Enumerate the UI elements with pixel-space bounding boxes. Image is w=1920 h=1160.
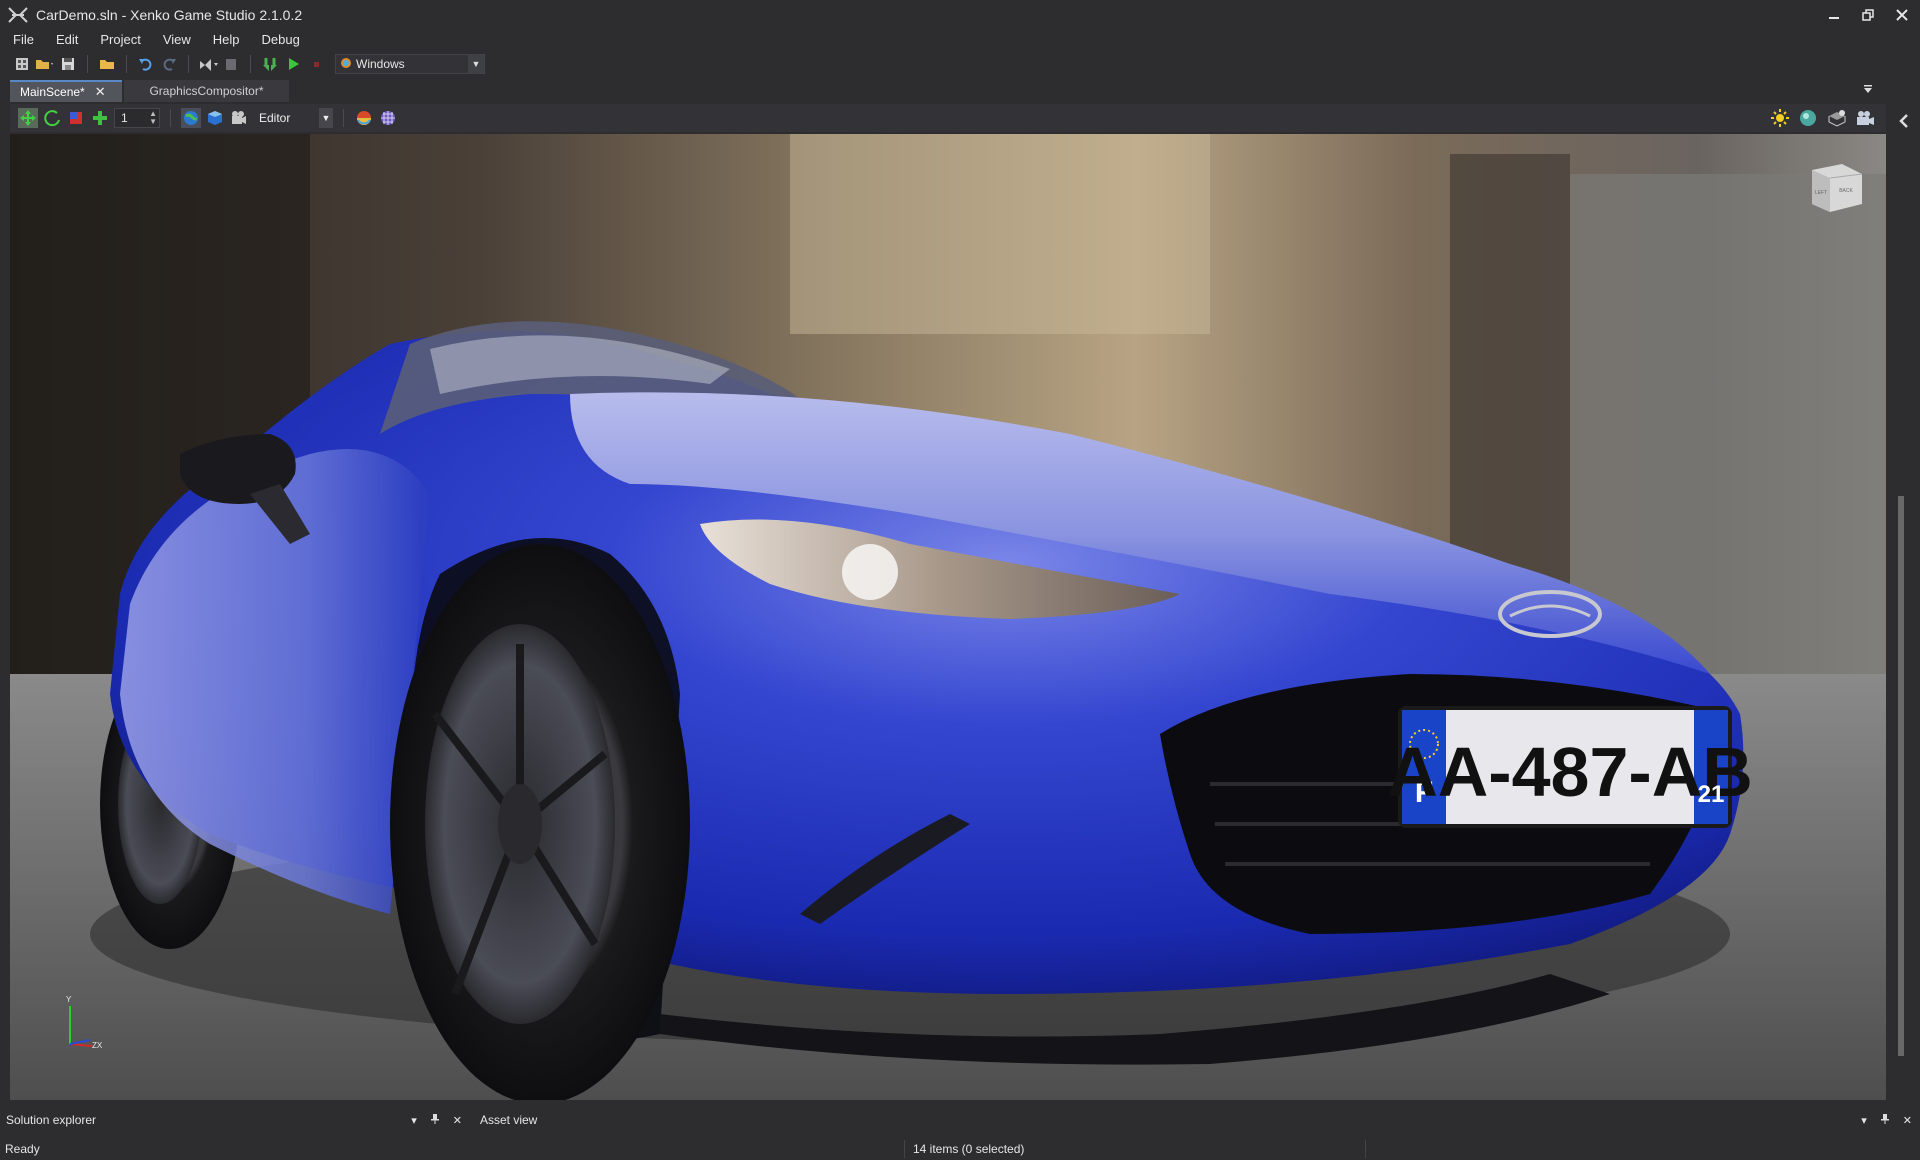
camera-mode-select[interactable]: Editor ▼ — [253, 107, 333, 129]
toolbar-separator — [87, 55, 88, 73]
tab-overflow-icon[interactable] — [1862, 83, 1874, 98]
menu-bar: File Edit Project View Help Debug — [0, 30, 311, 50]
cube-icon[interactable] — [205, 108, 225, 128]
toolbar-separator — [188, 55, 189, 73]
chevron-down-icon[interactable]: ▼ — [468, 55, 484, 73]
windows-logo-icon — [340, 57, 352, 72]
view-cube-left: LEFT — [1815, 190, 1827, 196]
translate-gizmo-icon[interactable] — [18, 108, 38, 128]
snap-value-stepper[interactable]: 1 ▲ ▼ — [114, 108, 160, 128]
scene-viewport[interactable]: F AA-487-AB 21 LEFT BACK Y ZX — [10, 134, 1886, 1100]
document-tab-strip: MainScene* ✕ GraphicsCompositor* — [0, 78, 1920, 102]
camera-settings-icon[interactable] — [229, 108, 249, 128]
axis-y-label: Y — [66, 995, 72, 1004]
window-title: CarDemo.sln - Xenko Game Studio 2.1.0.2 — [36, 7, 303, 23]
menu-debug[interactable]: Debug — [251, 30, 311, 50]
platform-label: Windows — [356, 57, 405, 71]
window-controls — [1826, 0, 1910, 30]
stop-icon[interactable] — [306, 54, 326, 74]
pin-icon[interactable] — [1880, 1113, 1889, 1127]
asset-count: 14 items (0 selected) — [913, 1141, 1025, 1156]
menu-view[interactable]: View — [152, 30, 202, 50]
close-icon[interactable] — [1894, 7, 1910, 23]
package-icon[interactable] — [221, 54, 241, 74]
toolbar-separator — [126, 55, 127, 73]
view-cube[interactable]: LEFT BACK — [1812, 164, 1863, 212]
solution-explorer-header[interactable]: Solution explorer ▾ ✕ — [6, 1110, 466, 1130]
materials-icon[interactable] — [354, 108, 374, 128]
navigation-icon[interactable] — [1826, 108, 1846, 128]
panel-controls: ▾ ✕ — [411, 1110, 462, 1130]
toolbar-separator — [170, 109, 171, 127]
snap-value: 1 — [121, 111, 128, 125]
axis-zx-label: ZX — [92, 1041, 103, 1050]
close-tab-icon[interactable]: ✕ — [95, 84, 106, 100]
new-project-icon[interactable] — [12, 54, 32, 74]
tab-label: MainScene* — [20, 85, 85, 99]
dropdown-icon[interactable]: ▾ — [411, 1114, 417, 1127]
skybox-icon[interactable] — [1798, 108, 1818, 128]
lighting-icon[interactable] — [1770, 108, 1790, 128]
menu-file[interactable]: File — [0, 30, 45, 50]
toolbar-separator — [250, 55, 251, 73]
viewport-scrollbar[interactable] — [1894, 134, 1908, 1056]
plate-region: 21 — [1698, 781, 1725, 808]
snap-icon[interactable] — [90, 108, 110, 128]
world-space-icon[interactable] — [181, 108, 201, 128]
view-cube-back: BACK — [1839, 188, 1853, 194]
pin-icon[interactable] — [430, 1113, 439, 1127]
menu-help[interactable]: Help — [202, 30, 251, 50]
menu-project[interactable]: Project — [89, 30, 151, 50]
tab-label: GraphicsCompositor* — [149, 84, 264, 98]
redo-icon[interactable] — [159, 54, 179, 74]
platform-select[interactable]: Windows ▼ — [335, 54, 485, 74]
license-plate: F AA-487-AB 21 — [1387, 706, 1753, 828]
save-icon[interactable] — [58, 54, 78, 74]
close-icon[interactable]: ✕ — [453, 1114, 462, 1127]
chevron-down-icon[interactable]: ▼ — [319, 108, 333, 128]
scene-toolbar-right — [1770, 108, 1874, 128]
wireframe-icon[interactable] — [378, 108, 398, 128]
play-icon[interactable] — [283, 54, 303, 74]
menu-edit[interactable]: Edit — [45, 30, 89, 50]
status-separator — [904, 1140, 905, 1158]
camera-preview-icon[interactable] — [1854, 108, 1874, 128]
bottom-panel-headers: Solution explorer ▾ ✕ Asset view ▾ ✕ — [0, 1110, 1920, 1130]
status-separator — [1365, 1140, 1366, 1158]
open-folder-icon[interactable] — [97, 54, 117, 74]
xenko-logo-icon[interactable] — [0, 0, 36, 30]
dropdown-icon[interactable]: ▾ — [1861, 1114, 1867, 1127]
solution-explorer-title: Solution explorer — [6, 1113, 97, 1127]
scale-gizmo-icon[interactable] — [66, 108, 86, 128]
restore-icon[interactable] — [1860, 7, 1876, 23]
rotate-gizmo-icon[interactable] — [42, 108, 62, 128]
open-icon[interactable] — [35, 54, 55, 74]
close-icon[interactable]: ✕ — [1903, 1114, 1912, 1127]
tab-graphicscompositor[interactable]: GraphicsCompositor* — [124, 80, 289, 102]
undo-icon[interactable] — [136, 54, 156, 74]
main-toolbar: Windows ▼ — [0, 51, 1920, 77]
build-icon[interactable] — [260, 54, 280, 74]
viewport-render: F AA-487-AB 21 LEFT BACK Y ZX — [10, 134, 1886, 1100]
collapse-panel-icon[interactable] — [1898, 114, 1910, 131]
scene-toolbar: 1 ▲ ▼ Editor ▼ — [10, 104, 1886, 132]
panel-controls: ▾ ✕ — [1861, 1110, 1912, 1130]
stepper-arrows-icon[interactable]: ▲ ▼ — [149, 110, 157, 126]
title-bar: CarDemo.sln - Xenko Game Studio 2.1.0.2 — [0, 0, 1920, 30]
camera-mode-label: Editor — [259, 111, 291, 125]
status-text: Ready — [5, 1141, 40, 1156]
asset-view-title: Asset view — [480, 1113, 538, 1127]
minimize-icon[interactable] — [1826, 7, 1842, 23]
toolbar-separator — [343, 109, 344, 127]
status-bar: Ready 14 items (0 selected) — [0, 1137, 1920, 1160]
asset-view-header[interactable]: Asset view ▾ ✕ — [480, 1110, 1920, 1130]
scrollbar-thumb[interactable] — [1898, 496, 1904, 1056]
visual-studio-icon[interactable] — [198, 54, 218, 74]
tab-mainscene[interactable]: MainScene* ✕ — [10, 80, 122, 102]
